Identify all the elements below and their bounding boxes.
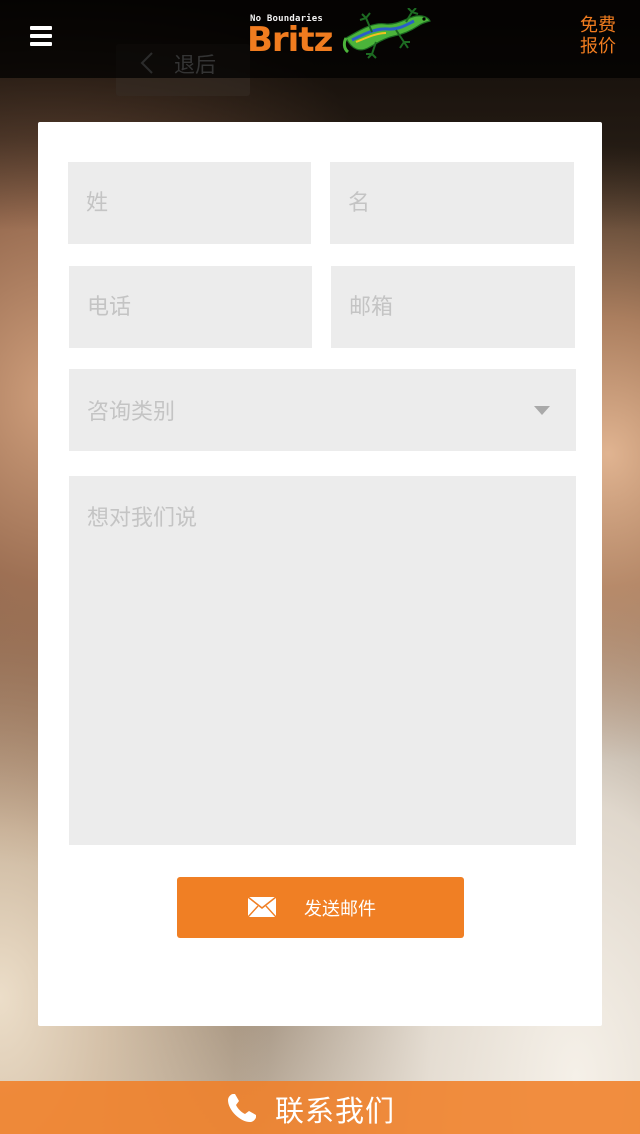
hamburger-menu-icon[interactable]: [30, 26, 52, 46]
contact-us-bar[interactable]: 联系我们: [0, 1081, 640, 1134]
logo-wordmark: Britz: [247, 20, 333, 60]
britz-logo[interactable]: No Boundaries Britz: [247, 8, 432, 67]
free-quote-line2: 报价: [580, 36, 616, 57]
inquiry-category-value: 咨询类别: [87, 400, 176, 425]
top-header: No Boundaries Britz 免费 报价: [0, 0, 640, 78]
free-quote-line1: 免费: [580, 15, 616, 36]
email-input[interactable]: [331, 266, 575, 348]
first-name-input[interactable]: [330, 162, 574, 244]
inquiry-category-select[interactable]: 咨询类别: [69, 369, 576, 451]
message-textarea[interactable]: [69, 476, 576, 845]
phone-input[interactable]: [69, 266, 312, 348]
send-email-label: 发送邮件: [304, 899, 376, 920]
send-email-button[interactable]: 发送邮件: [177, 877, 464, 938]
phone-icon: [228, 1094, 256, 1122]
lizard-icon: [342, 8, 431, 59]
free-quote-button[interactable]: 免费 报价: [578, 15, 618, 57]
page-root: No Boundaries Britz 免费 报价 退后: [0, 0, 640, 1134]
contact-us-label: 联系我们: [275, 1094, 396, 1128]
contact-form-card: 咨询类别 发送邮件: [38, 122, 602, 1026]
dropdown-caret-icon: [534, 406, 550, 415]
envelope-icon: [247, 896, 277, 918]
last-name-input[interactable]: [68, 162, 311, 244]
